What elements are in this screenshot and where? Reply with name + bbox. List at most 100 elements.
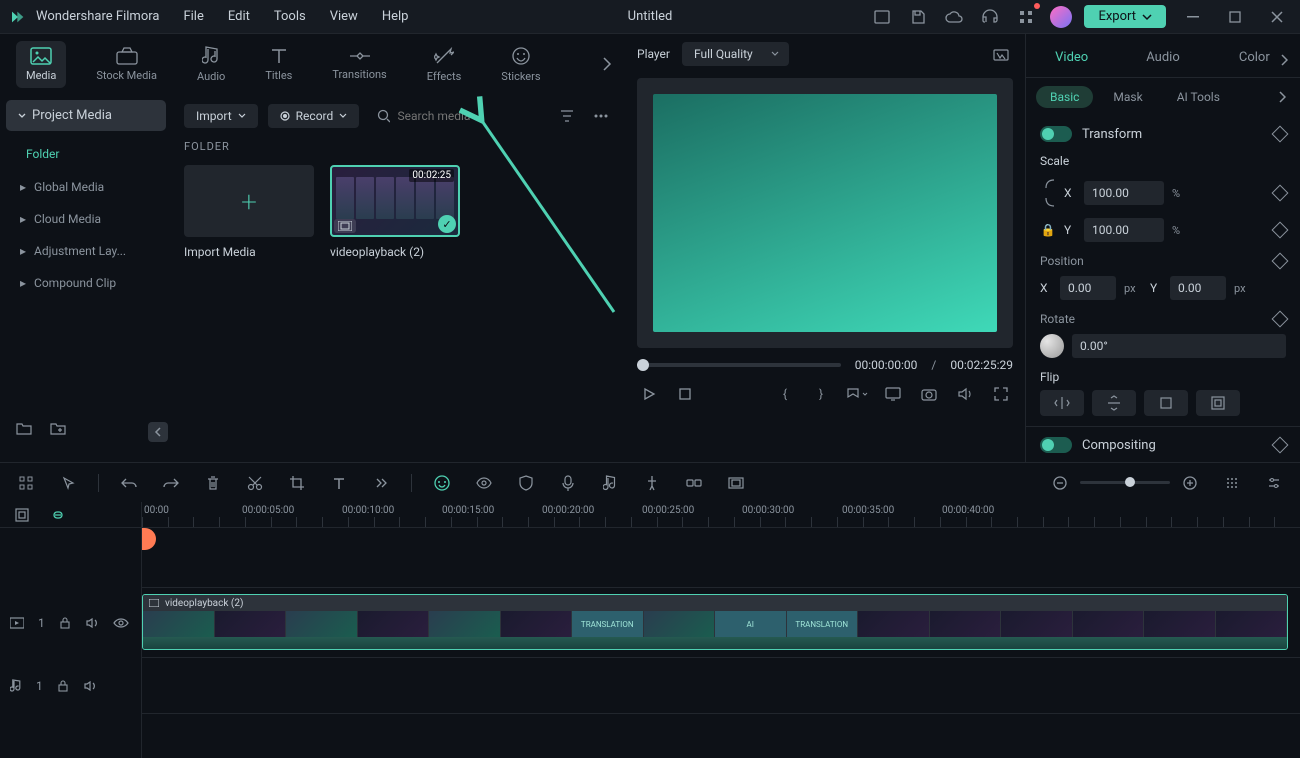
- compositing-toggle[interactable]: [1040, 437, 1072, 453]
- video-track-header[interactable]: 1: [0, 588, 141, 658]
- timeline-clip[interactable]: videoplayback (2) TRANSLATIONAITRANSLATI…: [142, 594, 1288, 650]
- tab-audio[interactable]: Audio: [187, 40, 235, 89]
- timeline-canvas[interactable]: 00:00 00:00:05:00 00:00:10:00 00:00:15:0…: [142, 502, 1300, 758]
- chevron-right-icon[interactable]: [1270, 85, 1294, 109]
- import-media-card[interactable]: + Import Media: [184, 165, 314, 259]
- video-track-row[interactable]: videoplayback (2) TRANSLATIONAITRANSLATI…: [142, 588, 1300, 658]
- volume-button[interactable]: [953, 382, 977, 406]
- tl-cut-icon[interactable]: [243, 471, 267, 495]
- search-box[interactable]: [369, 105, 545, 127]
- lock-icon[interactable]: 🔒: [1040, 223, 1056, 237]
- tab-media[interactable]: Media: [16, 41, 66, 88]
- tl-text-icon[interactable]: [327, 471, 351, 495]
- preview-scrubber[interactable]: [637, 363, 841, 367]
- snapshot-icon[interactable]: [989, 42, 1013, 66]
- tl-marker-icon[interactable]: [640, 471, 664, 495]
- tabs-scroll-right[interactable]: [597, 44, 617, 84]
- avatar[interactable]: [1050, 6, 1072, 28]
- tl-mic-icon[interactable]: [556, 471, 580, 495]
- subtab-basic[interactable]: Basic: [1036, 86, 1093, 108]
- subtab-mask[interactable]: Mask: [1099, 86, 1156, 108]
- tl-more-icon[interactable]: [369, 471, 393, 495]
- keyframe-diamond[interactable]: [1272, 126, 1289, 143]
- display-button[interactable]: [881, 382, 905, 406]
- minimize-button[interactable]: [1178, 3, 1208, 31]
- tab-stickers[interactable]: Stickers: [491, 40, 550, 89]
- menu-view[interactable]: View: [330, 9, 358, 24]
- tl-chain-icon[interactable]: [46, 503, 70, 527]
- tl-music-icon[interactable]: [598, 471, 622, 495]
- maximize-button[interactable]: [1220, 3, 1250, 31]
- tl-undo-icon[interactable]: [117, 471, 141, 495]
- tl-link-icon[interactable]: [682, 471, 706, 495]
- layout-icon[interactable]: [870, 5, 894, 29]
- sidebar-collapse-button[interactable]: [148, 422, 168, 442]
- sidebar-item-cloud-media[interactable]: ▸Cloud Media: [6, 203, 166, 235]
- cloud-icon[interactable]: [942, 5, 966, 29]
- tab-effects[interactable]: Effects: [417, 40, 472, 89]
- slider-thumb[interactable]: [1125, 477, 1135, 487]
- rotate-knob[interactable]: [1040, 334, 1064, 358]
- keyframe-diamond[interactable]: [1272, 437, 1289, 454]
- pos-x-input[interactable]: [1060, 276, 1116, 300]
- mark-out-button[interactable]: }: [809, 382, 833, 406]
- tl-cursor-icon[interactable]: [56, 471, 80, 495]
- quality-select[interactable]: Full Quality: [682, 42, 789, 66]
- inspector-tab-audio[interactable]: Audio: [1117, 38, 1208, 77]
- mute-icon[interactable]: [85, 617, 99, 629]
- audio-track-row[interactable]: [142, 658, 1300, 714]
- flip-horizontal-button[interactable]: [1040, 390, 1084, 416]
- tl-frame-icon[interactable]: [724, 471, 748, 495]
- project-media-header[interactable]: Project Media: [6, 100, 166, 131]
- keyframe-diamond[interactable]: [1272, 185, 1289, 202]
- tl-delete-icon[interactable]: [201, 471, 225, 495]
- camera-button[interactable]: [917, 382, 941, 406]
- timeline-ruler[interactable]: 00:00 00:00:05:00 00:00:10:00 00:00:15:0…: [142, 502, 1300, 528]
- scale-y-input[interactable]: [1084, 218, 1164, 242]
- fullscreen-button[interactable]: [989, 382, 1013, 406]
- more-icon[interactable]: [589, 104, 613, 128]
- tl-crop-icon[interactable]: [285, 471, 309, 495]
- tl-eye-icon[interactable]: [472, 471, 496, 495]
- sidebar-item-compound-clip[interactable]: ▸Compound Clip: [6, 267, 166, 299]
- play-button[interactable]: [637, 382, 661, 406]
- tl-redo-icon[interactable]: [159, 471, 183, 495]
- mark-in-button[interactable]: {: [773, 382, 797, 406]
- zoom-slider[interactable]: [1080, 481, 1170, 484]
- new-bin-icon[interactable]: [46, 416, 70, 440]
- zoom-in-icon[interactable]: [1178, 471, 1202, 495]
- chevron-right-icon[interactable]: [1272, 48, 1296, 72]
- stop-button[interactable]: [673, 382, 697, 406]
- tl-ai-icon[interactable]: [430, 471, 454, 495]
- flip-center-button[interactable]: [1144, 390, 1188, 416]
- scrubber-head[interactable]: [637, 359, 649, 371]
- zoom-out-icon[interactable]: [1048, 471, 1072, 495]
- search-input[interactable]: [398, 109, 538, 123]
- subtab-ai-tools[interactable]: AI Tools: [1163, 86, 1234, 108]
- sidebar-item-adjustment-layer[interactable]: ▸Adjustment Lay...: [6, 235, 166, 267]
- menu-tools[interactable]: Tools: [274, 9, 306, 24]
- menu-help[interactable]: Help: [382, 9, 409, 24]
- lock-icon[interactable]: [57, 680, 69, 692]
- keyframe-diamond[interactable]: [1272, 311, 1289, 328]
- tl-apps-icon[interactable]: [14, 471, 38, 495]
- export-button[interactable]: Export: [1084, 5, 1166, 28]
- close-button[interactable]: [1262, 3, 1292, 31]
- tl-collapse-icon[interactable]: [10, 503, 34, 527]
- tab-transitions[interactable]: Transitions: [322, 42, 396, 87]
- import-button[interactable]: Import: [184, 104, 258, 128]
- sidebar-folder-tab[interactable]: Folder: [6, 137, 166, 171]
- menu-file[interactable]: File: [183, 9, 203, 24]
- tl-settings-icon[interactable]: [1262, 471, 1286, 495]
- transform-toggle[interactable]: [1040, 126, 1072, 142]
- apps-icon[interactable]: [1014, 5, 1038, 29]
- tl-shield-icon[interactable]: [514, 471, 538, 495]
- sidebar-item-global-media[interactable]: ▸Global Media: [6, 171, 166, 203]
- tab-titles[interactable]: Titles: [255, 41, 302, 88]
- media-clip-card[interactable]: 00:02:25 ✓ videoplayback (2): [330, 165, 460, 259]
- tab-stock-media[interactable]: Stock Media: [86, 41, 167, 88]
- pos-y-input[interactable]: [1170, 276, 1226, 300]
- playhead[interactable]: [144, 502, 146, 758]
- save-icon[interactable]: [906, 5, 930, 29]
- keyframe-diamond[interactable]: [1272, 222, 1289, 239]
